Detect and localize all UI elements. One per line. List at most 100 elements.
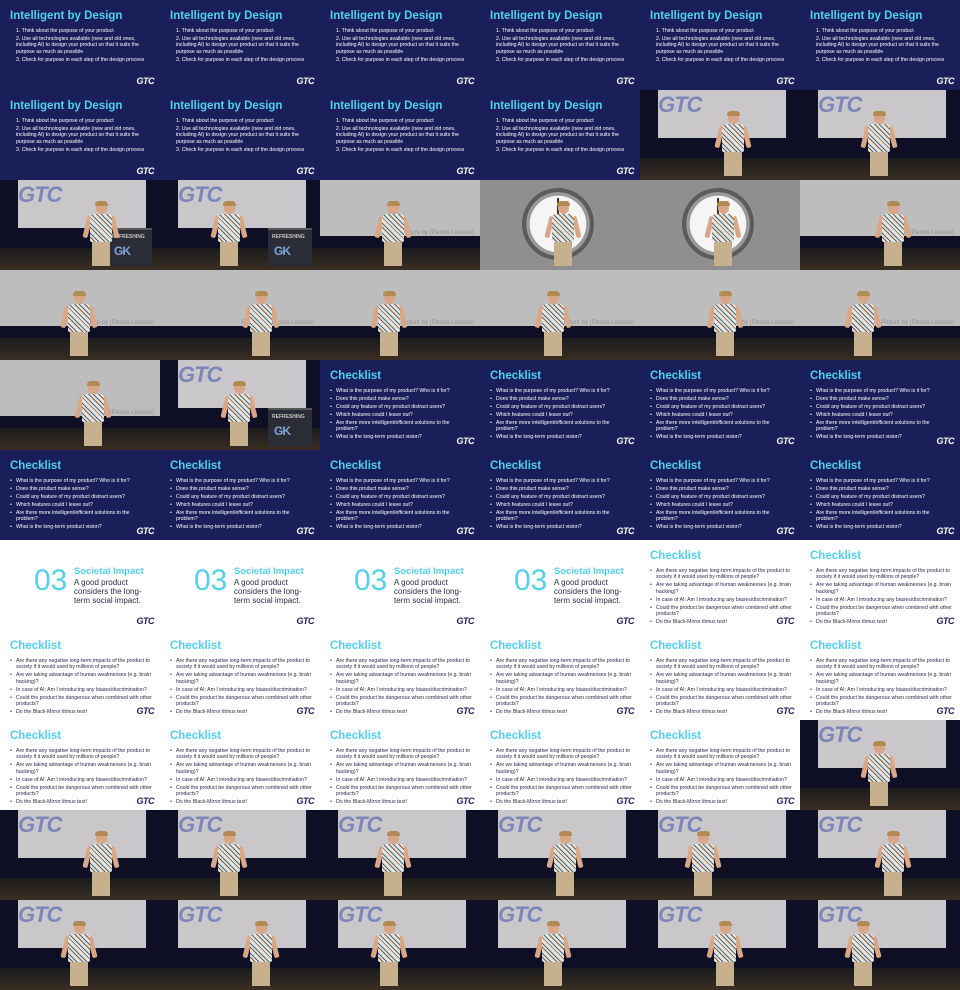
gtc-logo: GTC xyxy=(456,706,475,716)
gtc-logo: GTC xyxy=(136,76,155,86)
checklist-item: In case of AI: Am I introducing any bias… xyxy=(650,687,792,694)
speaker-figure xyxy=(370,921,408,988)
gtc-logo: GTC xyxy=(456,616,475,626)
checklist-item: What is the long-term product vision? xyxy=(170,524,312,531)
gtc-logo: GTC xyxy=(456,166,475,176)
gtc-logo: GTC xyxy=(136,526,155,536)
section-subtitle: A good product considers the long-term s… xyxy=(394,578,462,605)
speaker-hair xyxy=(255,291,268,296)
frame-tile: Intelligent by Design 1. Think about the … xyxy=(0,90,160,180)
checklist-item: Could the product be dangerous when comb… xyxy=(330,695,472,708)
checklist-item: Are there any negative long-term impacts… xyxy=(810,568,952,581)
gtc-logo: GTC xyxy=(136,166,155,176)
speaker-hair xyxy=(873,111,886,116)
lectern-glyph: GK xyxy=(274,244,291,258)
frame-tile: GTC xyxy=(800,720,960,810)
design-step: 3. Check for purpose in each step of the… xyxy=(336,146,465,153)
stage-floor xyxy=(160,338,320,360)
checklist-item: Are there any negative long-term impacts… xyxy=(810,658,952,671)
frame-tile: GTC REFRESHING GK xyxy=(160,360,320,450)
design-step: 3. Check for purpose in each step of the… xyxy=(496,146,625,153)
frame-tile: Picture by (Pexels License) xyxy=(0,270,160,360)
checklist-item: Are we taking advantage of human weaknes… xyxy=(10,672,152,685)
checklist-item: Are there more intelligent/efficient sol… xyxy=(650,420,792,433)
frame-tile: Checklist Are there any negative long-ter… xyxy=(800,540,960,630)
stage-floor xyxy=(160,968,320,990)
speaker-hair xyxy=(717,201,730,206)
screen-logo: GTC xyxy=(818,92,862,117)
speaker-shirt xyxy=(90,844,112,872)
speaker-hair xyxy=(559,831,572,836)
design-step: 2. Use all technologies available (new a… xyxy=(16,36,139,55)
stage-floor xyxy=(800,338,960,360)
checklist-item: Do the Black-Mirror litmus test! xyxy=(170,799,312,806)
screen-logo: GTC xyxy=(338,902,382,927)
checklist-item: What is the long-term product vision? xyxy=(650,524,792,531)
gtc-logo: GTC xyxy=(776,526,795,536)
frame-tile: Intelligent by Design 1. Think about the … xyxy=(640,0,800,90)
frame-tile: Checklist What is the purpose of my produ… xyxy=(640,450,800,540)
lectern: REFRESHING GK xyxy=(268,408,312,446)
slide-title: Checklist xyxy=(330,460,382,472)
speaker-figure xyxy=(242,291,280,358)
picture-credit: Picture by (Pexels License) xyxy=(401,320,474,326)
slide-title: Checklist xyxy=(10,640,62,652)
speaker-figure xyxy=(220,381,258,448)
design-steps-list: 1. Think about the purpose of your produ… xyxy=(10,28,152,65)
checklist-items: What is the purpose of my product? Who i… xyxy=(650,478,792,532)
checklist-item: Are there more intelligent/efficient sol… xyxy=(330,420,472,433)
gtc-logo: GTC xyxy=(616,616,635,626)
picture-credit: Picture by (Pexels License) xyxy=(881,320,954,326)
checklist-item: Are we taking advantage of human weaknes… xyxy=(170,672,312,685)
screen-logo: GTC xyxy=(338,812,382,837)
checklist-item: Are there any negative long-term impacts… xyxy=(330,658,472,671)
slide-title: Checklist xyxy=(810,460,862,472)
checklist-item: Does this product make sense? xyxy=(330,396,472,403)
design-step: 3. Check for purpose in each step of the… xyxy=(816,56,945,63)
checklist-item: Does this product make sense? xyxy=(810,396,952,403)
checklist-items: What is the purpose of my product? Who i… xyxy=(810,388,952,442)
checklist-item: Do the Black-Mirror litmus test! xyxy=(650,619,792,626)
frame-tile: Intelligent by Design 1. Think about the … xyxy=(0,0,160,90)
speaker-shirt xyxy=(714,934,736,962)
frame-tile: Picture by (Pexels License) xyxy=(480,270,640,360)
speaker-pants xyxy=(554,242,572,266)
speaker-pants xyxy=(220,872,238,896)
speaker-hair xyxy=(557,201,570,206)
checklist-items: What is the purpose of my product? Who i… xyxy=(330,478,472,532)
design-step: 1. Think about the purpose of your produ… xyxy=(656,28,754,34)
speaker-pants xyxy=(870,782,888,806)
gtc-logo: GTC xyxy=(776,76,795,86)
speaker-shirt xyxy=(692,844,714,872)
frame-tile: Intelligent by Design 1. Think about the … xyxy=(320,0,480,90)
slide-title: Checklist xyxy=(650,550,702,562)
gtc-logo: GTC xyxy=(616,436,635,446)
slide-title: Checklist xyxy=(810,640,862,652)
design-step: 2. Use all technologies available (new a… xyxy=(336,36,459,55)
checklist-items: Are there any negative long-term impacts… xyxy=(330,658,472,717)
speaker-figure xyxy=(684,831,722,898)
section-number: 03 xyxy=(354,564,388,597)
lectern: REFRESHING GK xyxy=(268,228,312,266)
design-step: 1. Think about the purpose of your produ… xyxy=(336,118,434,124)
design-step: 3. Check for purpose in each step of the… xyxy=(176,56,305,63)
checklist-items: Are there any negative long-term impacts… xyxy=(10,748,152,807)
checklist-item: Could the product be dangerous when comb… xyxy=(650,785,792,798)
speaker-hair xyxy=(857,291,870,296)
frame-tile: Picture by (Pexels License) xyxy=(320,180,480,270)
gtc-logo: GTC xyxy=(616,706,635,716)
lectern-glyph: GK xyxy=(114,244,131,258)
projection-screen: GTC xyxy=(18,180,146,228)
screen-logo: GTC xyxy=(818,722,862,747)
speaker-hair xyxy=(87,381,100,386)
design-step: 3. Check for purpose in each step of the… xyxy=(16,56,145,63)
speaker-shirt xyxy=(382,214,404,242)
checklist-items: What is the purpose of my product? Who i… xyxy=(330,388,472,442)
screen-logo: GTC xyxy=(658,902,702,927)
checklist-item: In case of AI: Am I introducing any bias… xyxy=(170,777,312,784)
slide-title: Checklist xyxy=(490,370,542,382)
frame-tile: Checklist Are there any negative long-ter… xyxy=(0,630,160,720)
gtc-logo: GTC xyxy=(456,526,475,536)
speaker-figure xyxy=(60,921,98,988)
design-step: 2. Use all technologies available (new a… xyxy=(336,126,459,145)
